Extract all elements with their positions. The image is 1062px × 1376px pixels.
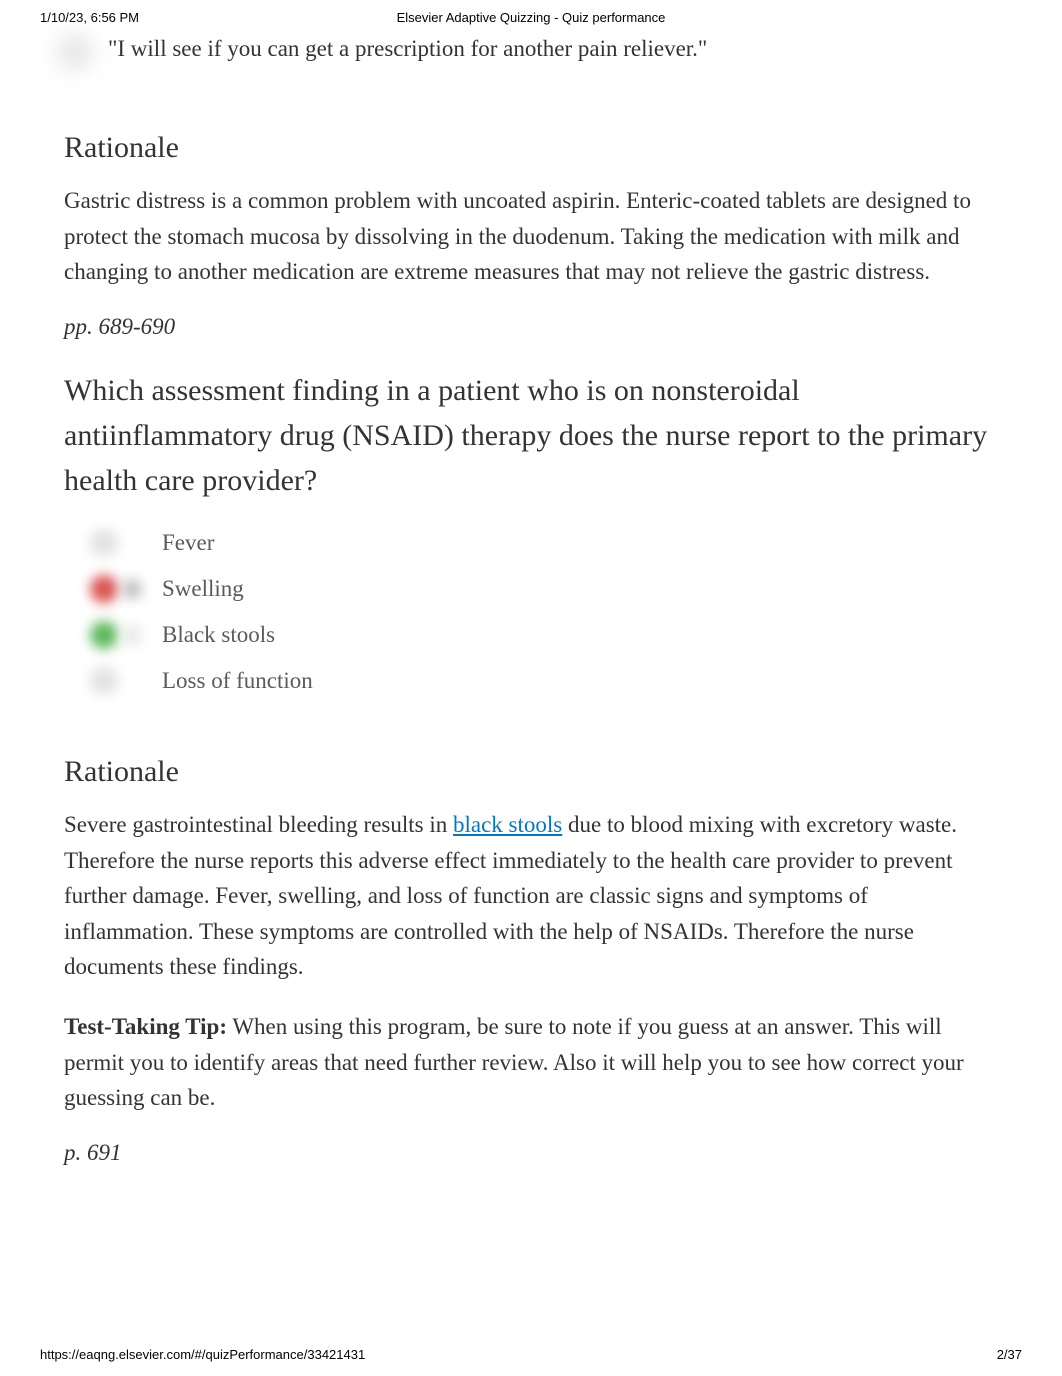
rationale-link-black-stools[interactable]: black stools [453, 812, 562, 837]
rationale-pre: Severe gastrointestinal bleeding results… [64, 812, 453, 837]
q2-rationale-heading: Rationale [64, 755, 998, 789]
q2-option-loss-of-function[interactable]: Loss of function [64, 667, 998, 695]
content-area: Rationale Gastric distress is a common p… [0, 131, 1062, 1166]
q1-rationale-heading: Rationale [64, 131, 998, 165]
q2-rationale-body: Severe gastrointestinal bleeding results… [64, 807, 998, 985]
tip-label: Test-Taking Tip: [64, 1014, 227, 1039]
print-title: Elsevier Adaptive Quizzing - Quiz perfor… [0, 10, 1062, 25]
option-label: Fever [162, 530, 214, 556]
incorrect-marker-icon [90, 575, 118, 603]
print-page-num: 2/37 [997, 1347, 1022, 1362]
q1-trailing-option-text: "I will see if you can get a prescriptio… [108, 33, 707, 65]
option-radio-selected-icon [122, 579, 142, 599]
correct-marker-icon [90, 621, 118, 649]
print-header: 1/10/23, 6:56 PM Elsevier Adaptive Quizz… [0, 0, 1062, 25]
q2-page-ref: p. 691 [64, 1140, 998, 1166]
print-url: https://eaqng.elsevier.com/#/quizPerform… [40, 1347, 365, 1362]
option-radio-icon [56, 33, 94, 71]
option-radio-icon [90, 667, 118, 695]
q2-stem: Which assessment finding in a patient wh… [64, 368, 998, 503]
print-timestamp: 1/10/23, 6:56 PM [40, 10, 139, 25]
q1-page-ref: pp. 689-690 [64, 314, 998, 340]
option-label: Black stools [162, 622, 275, 648]
option-label: Swelling [162, 576, 244, 602]
q2-option-swelling[interactable]: Swelling [64, 575, 998, 603]
page-root: 1/10/23, 6:56 PM Elsevier Adaptive Quizz… [0, 0, 1062, 1376]
q2-option-black-stools[interactable]: Black stools [64, 621, 998, 649]
rationale-post: due to blood mixing with excretory waste… [64, 812, 957, 980]
print-footer: https://eaqng.elsevier.com/#/quizPerform… [40, 1347, 1022, 1362]
q1-trailing-option-row: "I will see if you can get a prescriptio… [0, 25, 1062, 71]
q1-rationale-body: Gastric distress is a common problem wit… [64, 183, 998, 290]
option-label: Loss of function [162, 668, 313, 694]
option-radio-icon [90, 529, 118, 557]
q2-option-fever[interactable]: Fever [64, 529, 998, 557]
q2-test-taking-tip: Test-Taking Tip: When using this program… [64, 1009, 998, 1116]
option-radio-icon [122, 625, 142, 645]
